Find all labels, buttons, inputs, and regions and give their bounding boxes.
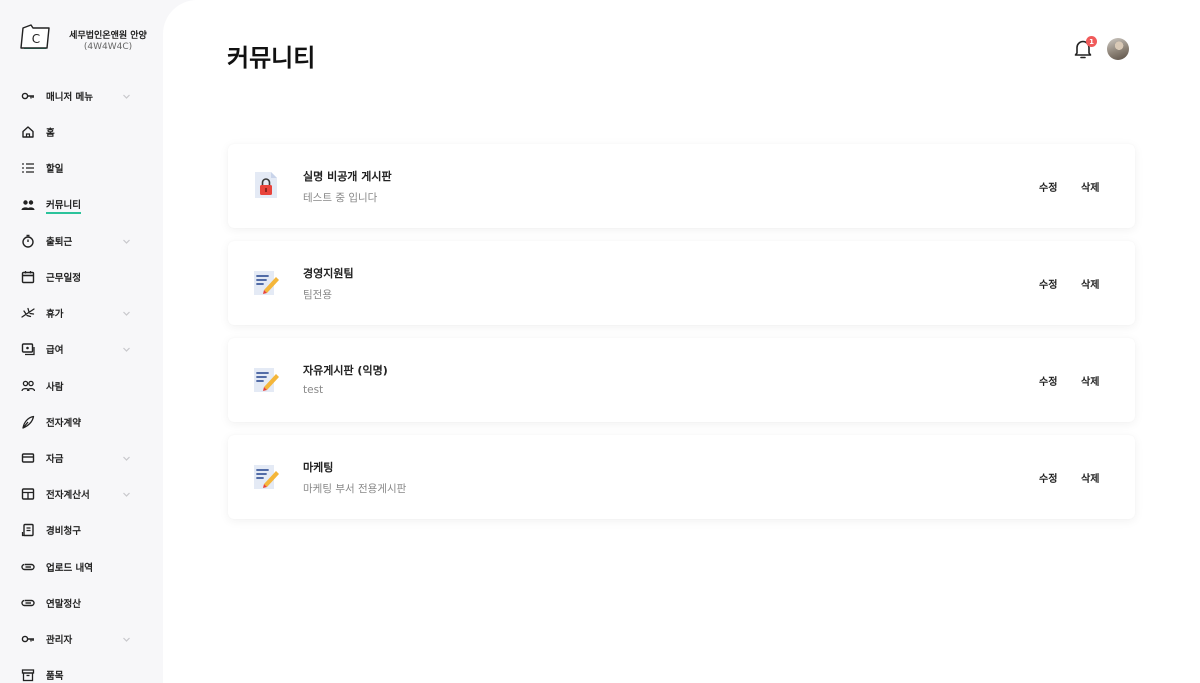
board-title: 경영지원팀 xyxy=(303,267,354,280)
key-icon xyxy=(21,89,35,103)
sidebar-item-label: 휴가 xyxy=(46,309,64,320)
sidebar-item-label: 품목 xyxy=(46,671,64,682)
memo-icon xyxy=(254,465,279,489)
sidebar-item-funds[interactable]: 자금 xyxy=(0,443,163,473)
page-title: 커뮤니티 xyxy=(227,44,316,72)
sidebar-item-label: 자금 xyxy=(46,454,64,465)
sidebar-item-e-contract[interactable]: 전자계약 xyxy=(0,407,163,437)
board-title: 마케팅 xyxy=(303,461,334,474)
delete-button[interactable]: 삭제 xyxy=(1081,373,1099,388)
chevron-down-icon xyxy=(123,637,130,642)
sidebar-item-people[interactable]: 사람 xyxy=(0,371,163,401)
board-description: 팀전용 xyxy=(303,289,332,301)
chevron-down-icon xyxy=(123,311,130,316)
svg-text:C: C xyxy=(32,32,40,46)
sidebar-item-label: 전자계약 xyxy=(46,418,81,429)
delete-button[interactable]: 삭제 xyxy=(1081,179,1099,194)
sidebar-item-community[interactable]: 커뮤니티 xyxy=(0,190,163,220)
stopwatch-icon xyxy=(21,234,35,248)
home-icon xyxy=(21,125,35,139)
sidebar-item-schedule[interactable]: 근무일정 xyxy=(0,262,163,292)
card-icon xyxy=(21,451,35,465)
edit-button[interactable]: 수정 xyxy=(1039,373,1057,388)
calendar-icon xyxy=(21,270,35,284)
board-card[interactable]: 마케팅 마케팅 부서 전용게시판 수정 삭제 xyxy=(228,435,1135,519)
sidebar-item-payroll[interactable]: 급여 xyxy=(0,334,163,364)
sidebar-item-home[interactable]: 홈 xyxy=(0,117,163,147)
sidebar: C 세무법인온앤원 안양 (4W4W4C) 매니저 메뉴 홈 할일 커뮤니티 출… xyxy=(0,0,163,683)
company-name: 세무법인온앤원 안양 xyxy=(69,31,147,41)
sidebar-item-vacation[interactable]: 휴가 xyxy=(0,298,163,328)
table-icon xyxy=(21,487,35,501)
brand[interactable]: C 세무법인온앤원 안양 (4W4W4C) xyxy=(20,24,155,56)
chevron-down-icon xyxy=(123,492,130,497)
sidebar-item-year-end-settlement[interactable]: 연말정산 xyxy=(0,588,163,618)
receipt-icon xyxy=(21,523,35,537)
edit-button[interactable]: 수정 xyxy=(1039,276,1057,291)
board-title: 자유게시판 (익명) xyxy=(303,364,388,377)
board-description: 마케팅 부서 전용게시판 xyxy=(303,483,407,495)
avatar[interactable] xyxy=(1107,38,1129,60)
sidebar-item-label: 전자계산서 xyxy=(46,490,90,501)
sidebar-item-label: 경비청구 xyxy=(46,526,81,537)
locked-document-icon xyxy=(255,172,277,198)
sidebar-item-label: 근무일정 xyxy=(46,273,81,284)
sidebar-item-label: 연말정산 xyxy=(46,599,81,610)
memo-icon xyxy=(254,368,279,392)
sidebar-item-label: 출퇴근 xyxy=(46,237,73,248)
chevron-down-icon xyxy=(123,347,130,352)
sidebar-item-label: 급여 xyxy=(46,345,64,356)
sidebar-item-todo[interactable]: 할일 xyxy=(0,153,163,183)
users-icon xyxy=(21,379,35,393)
sidebar-item-label: 커뮤니티 xyxy=(46,197,81,214)
sidebar-item-upload-history[interactable]: 업로드 내역 xyxy=(0,552,163,582)
notification-badge: 1 xyxy=(1086,36,1097,47)
sidebar-item-label: 매니저 메뉴 xyxy=(46,92,94,103)
sidebar-item-label: 관리자 xyxy=(46,635,73,646)
key-icon xyxy=(21,632,35,646)
board-description: 테스트 중 입니다 xyxy=(303,192,378,204)
delete-button[interactable]: 삭제 xyxy=(1081,470,1099,485)
board-card[interactable]: 자유게시판 (익명) test 수정 삭제 xyxy=(228,338,1135,422)
box-icon xyxy=(21,668,35,682)
memo-icon xyxy=(254,271,279,295)
board-title: 실명 비공개 게시판 xyxy=(303,170,392,183)
company-logo-icon: C xyxy=(20,24,50,49)
money-icon xyxy=(21,342,35,356)
delete-button[interactable]: 삭제 xyxy=(1081,276,1099,291)
main-content: 커뮤니티 1 실명 비공개 게시판 테스트 중 입니다 수정 삭제 경영지원팀 … xyxy=(163,0,1200,683)
board-description: test xyxy=(303,384,324,396)
board-card[interactable]: 경영지원팀 팀전용 수정 삭제 xyxy=(228,241,1135,325)
paperclip-icon xyxy=(21,560,35,574)
sidebar-item-admin[interactable]: 관리자 xyxy=(0,624,163,654)
edit-button[interactable]: 수정 xyxy=(1039,470,1057,485)
sidebar-item-label: 사람 xyxy=(46,382,64,393)
sidebar-item-expense-claim[interactable]: 경비청구 xyxy=(0,515,163,545)
chevron-down-icon xyxy=(123,239,130,244)
sidebar-item-manager-menu[interactable]: 매니저 메뉴 xyxy=(0,81,163,111)
plane-icon xyxy=(21,306,35,320)
sidebar-item-items[interactable]: 품목 xyxy=(0,660,163,683)
people-icon xyxy=(21,198,35,212)
pen-icon xyxy=(21,415,35,429)
paperclip-icon xyxy=(21,596,35,610)
sidebar-item-label: 할일 xyxy=(46,164,64,175)
sidebar-item-attendance[interactable]: 출퇴근 xyxy=(0,226,163,256)
sidebar-item-label: 홈 xyxy=(46,128,55,139)
sidebar-item-e-invoice[interactable]: 전자계산서 xyxy=(0,479,163,509)
sidebar-item-label: 업로드 내역 xyxy=(46,563,94,574)
board-card[interactable]: 실명 비공개 게시판 테스트 중 입니다 수정 삭제 xyxy=(228,144,1135,228)
company-code: (4W4W4C) xyxy=(83,42,133,52)
chevron-down-icon xyxy=(123,456,130,461)
edit-button[interactable]: 수정 xyxy=(1039,179,1057,194)
chevron-down-icon xyxy=(123,94,130,99)
list-icon xyxy=(21,161,35,175)
